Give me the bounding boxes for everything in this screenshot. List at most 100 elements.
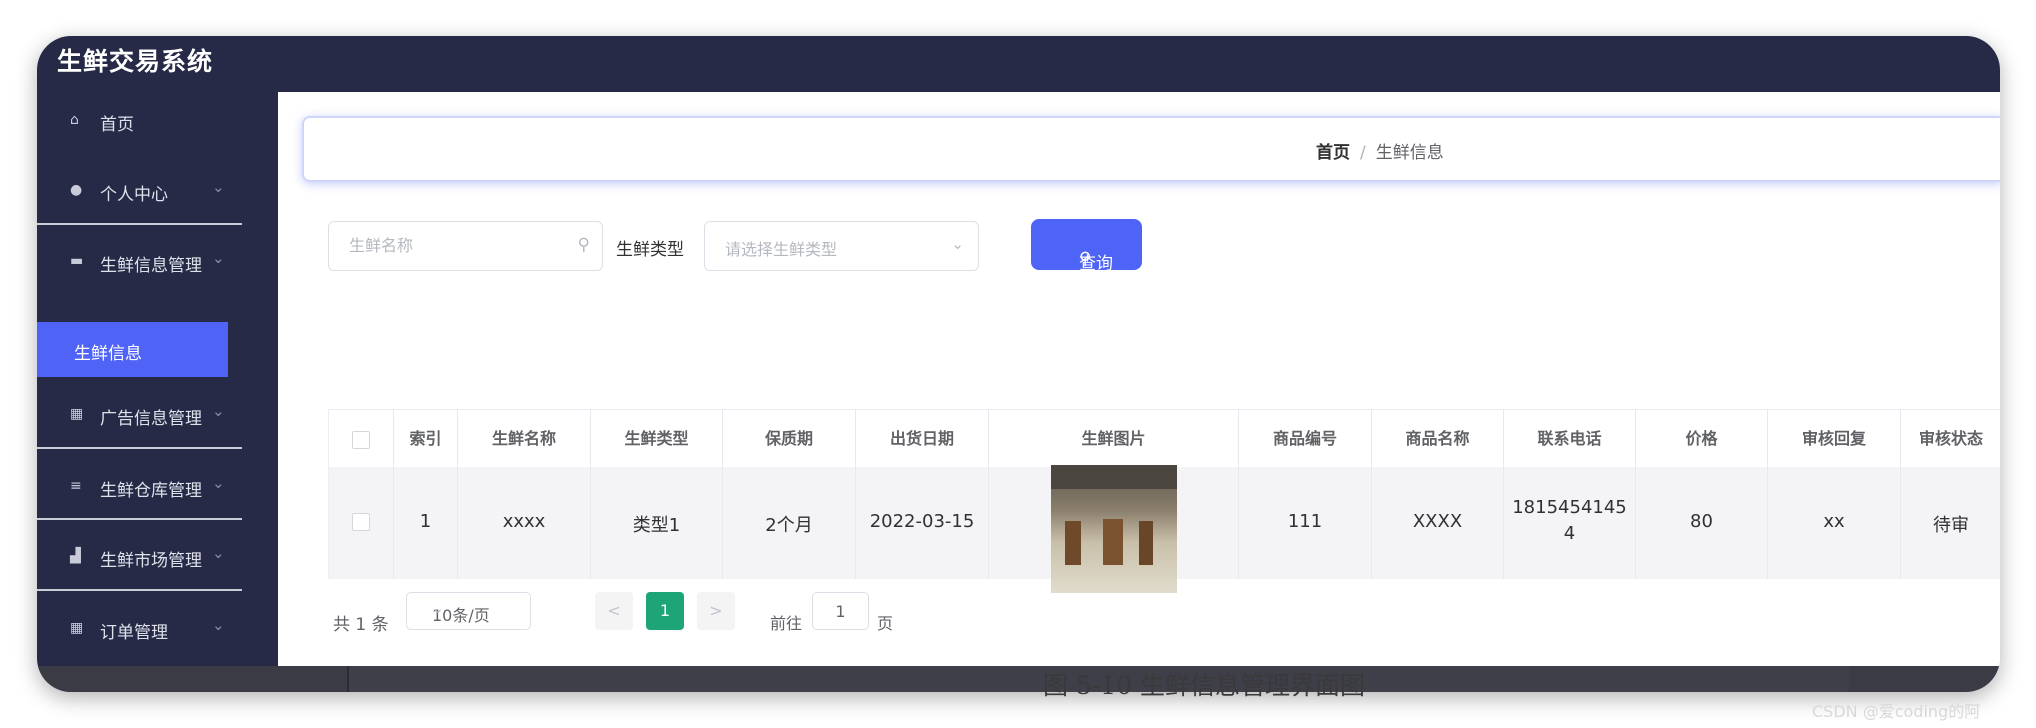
- cell-product-no: 111: [1239, 467, 1372, 579]
- sidebar-item-label: 广告信息管理: [100, 409, 202, 429]
- breadcrumb: 首页 / 生鲜信息: [1316, 138, 1444, 163]
- cell-review-reply: xx: [1768, 467, 1901, 579]
- sidebar-item-label: 订单管理: [100, 623, 168, 643]
- sidebar-item-ad-mgmt[interactable]: ▦ 广告信息管理 ⌄: [37, 386, 278, 446]
- column-header[interactable]: 生鲜类型: [591, 410, 723, 467]
- query-button[interactable]: 查询 ⚲: [1031, 219, 1142, 274]
- sidebar: ⌂ 首页 ● 个人中心 ⌄ ▬ 生鲜信息管理 ⌄ 生鲜信息 ▦ 广告信息管理 ⌄…: [37, 92, 278, 692]
- goto-suffix: 页: [877, 614, 894, 633]
- select-all-checkbox[interactable]: [352, 430, 370, 449]
- sidebar-item-label: 生鲜信息: [74, 344, 142, 364]
- sidebar-item-profile[interactable]: ● 个人中心 ⌄: [37, 162, 278, 222]
- sidebar-item-label: 首页: [100, 115, 134, 135]
- phone-line-2: 4: [1563, 523, 1576, 544]
- chevron-down-icon: ⌄: [212, 249, 225, 267]
- cell-ship-date: 2022-03-15: [856, 467, 989, 579]
- cell-text: 类型1: [632, 515, 681, 536]
- cell-text: 2个月: [765, 515, 813, 536]
- cell-text: 2022-03-15: [869, 511, 975, 532]
- product-photo[interactable]: [1051, 465, 1177, 593]
- chevron-down-icon: ⌄: [212, 616, 225, 634]
- column-header[interactable]: 保质期: [723, 410, 856, 467]
- row-checkbox[interactable]: [352, 513, 370, 531]
- cell-text: xx: [1823, 511, 1845, 532]
- column-header[interactable]: 出货日期: [856, 410, 989, 467]
- sidebar-item-label: 生鲜信息管理: [100, 256, 202, 276]
- menu-divider: [37, 518, 242, 520]
- cell-text: 1: [419, 511, 432, 532]
- select-all-cell: [329, 410, 394, 467]
- goto-label: 前往: [770, 614, 803, 633]
- document-background-strip: [37, 666, 2000, 692]
- sidebar-item-fresh-info-mgmt[interactable]: ▬ 生鲜信息管理 ⌄: [37, 233, 278, 293]
- column-header[interactable]: 生鲜图片: [989, 410, 1239, 467]
- pagination-total: 共 1 条: [333, 615, 389, 635]
- goto-page-input[interactable]: 1: [812, 592, 869, 630]
- sidebar-item-label: 个人中心: [100, 185, 168, 205]
- app-window: 生鲜交易系统 ⌂ 首页 ● 个人中心 ⌄ ▬ 生鲜信息管理 ⌄ 生鲜信息 ▦ 广…: [37, 36, 2000, 692]
- column-header[interactable]: 价格: [1636, 410, 1768, 467]
- sidebar-item-warehouse-mgmt[interactable]: ≡ 生鲜仓库管理 ⌄: [37, 458, 278, 518]
- cell-type: 类型1: [591, 467, 723, 579]
- page-1-button[interactable]: 1: [646, 592, 684, 630]
- chevron-down-icon: ⌄: [212, 178, 225, 196]
- type-select[interactable]: 请选择生鲜类型 ⌄: [704, 221, 979, 271]
- list-icon: ▬: [70, 253, 84, 269]
- cell-text: 80: [1690, 511, 1713, 532]
- page-size-select[interactable]: 10条/页 ⌄: [406, 592, 531, 630]
- type-select-placeholder: 请选择生鲜类型: [725, 240, 838, 259]
- thumb-icon: ▟: [70, 548, 81, 564]
- search-icon: ⚲: [1079, 249, 1092, 269]
- chevron-down-icon: ⌄: [212, 544, 225, 562]
- name-search-input[interactable]: [347, 235, 571, 256]
- cell-text: 111: [1287, 511, 1323, 532]
- breadcrumb-home[interactable]: 首页: [1316, 143, 1350, 163]
- column-header[interactable]: 联系电话: [1504, 410, 1636, 467]
- menu-divider: [37, 223, 242, 225]
- row-select-cell: [329, 467, 394, 579]
- grid-icon: ▦: [70, 620, 84, 636]
- column-header[interactable]: 审核回复: [1768, 410, 1901, 467]
- cell-name: xxxx: [458, 467, 591, 579]
- chevron-down-icon: ⌄: [432, 601, 444, 617]
- type-filter-label: 生鲜类型: [616, 240, 684, 260]
- column-header[interactable]: 索引: [394, 410, 458, 467]
- breadcrumb-card: 首页 / 生鲜信息: [302, 116, 2000, 182]
- cell-image: [989, 465, 1239, 593]
- app-title: 生鲜交易系统: [57, 47, 214, 76]
- column-header[interactable]: 商品名称: [1372, 410, 1504, 467]
- table-row[interactable]: 1 xxxx 类型1 2个月 2022-03-15 111 XXXX 18154…: [329, 465, 2000, 593]
- sidebar-item-fresh-info[interactable]: 生鲜信息: [37, 322, 228, 377]
- prev-page-button[interactable]: <: [595, 592, 633, 630]
- grid-icon: ▦: [70, 406, 84, 422]
- chevron-down-icon: ⌄: [951, 235, 964, 253]
- sidebar-item-home[interactable]: ⌂ 首页: [37, 92, 278, 152]
- breadcrumb-separator: /: [1360, 143, 1366, 163]
- chevron-down-icon: ⌄: [212, 402, 225, 420]
- top-bar: 生鲜交易系统: [37, 36, 2000, 92]
- cell-index: 1: [394, 467, 458, 579]
- table-header-row: 索引 生鲜名称 生鲜类型 保质期 出货日期 生鲜图片 商品编号 商品名称 联系电…: [329, 410, 2000, 468]
- cell-price: 80: [1636, 467, 1768, 579]
- cell-review-status: 待审: [1901, 467, 2000, 579]
- name-search-field[interactable]: ⚲: [328, 221, 603, 271]
- home-icon: ⌂: [70, 112, 79, 128]
- sidebar-item-market-mgmt[interactable]: ▟ 生鲜市场管理 ⌄: [37, 528, 278, 588]
- data-table: 索引 生鲜名称 生鲜类型 保质期 出货日期 生鲜图片 商品编号 商品名称 联系电…: [328, 409, 2000, 593]
- figure-caption: 图 5-10 生鲜信息管理界面图: [1043, 671, 1366, 700]
- next-page-button[interactable]: >: [697, 592, 735, 630]
- watermark: CSDN @爱coding的阿: [1812, 702, 1981, 721]
- chevron-down-icon: ⌄: [212, 474, 225, 492]
- cell-phone: 1815454145 4: [1504, 467, 1636, 579]
- breadcrumb-current: 生鲜信息: [1375, 143, 1444, 163]
- cell-text: xxxx: [502, 511, 546, 532]
- search-icon: ⚲: [577, 235, 590, 255]
- menu-divider: [37, 589, 242, 591]
- column-header[interactable]: 商品编号: [1239, 410, 1372, 467]
- user-icon: ●: [70, 182, 83, 198]
- column-header[interactable]: 审核状态: [1901, 410, 2000, 467]
- menu-divider: [37, 447, 242, 449]
- cell-product-name: XXXX: [1372, 467, 1504, 579]
- sidebar-item-order-mgmt[interactable]: ▦ 订单管理 ⌄: [37, 600, 278, 660]
- column-header[interactable]: 生鲜名称: [458, 410, 591, 467]
